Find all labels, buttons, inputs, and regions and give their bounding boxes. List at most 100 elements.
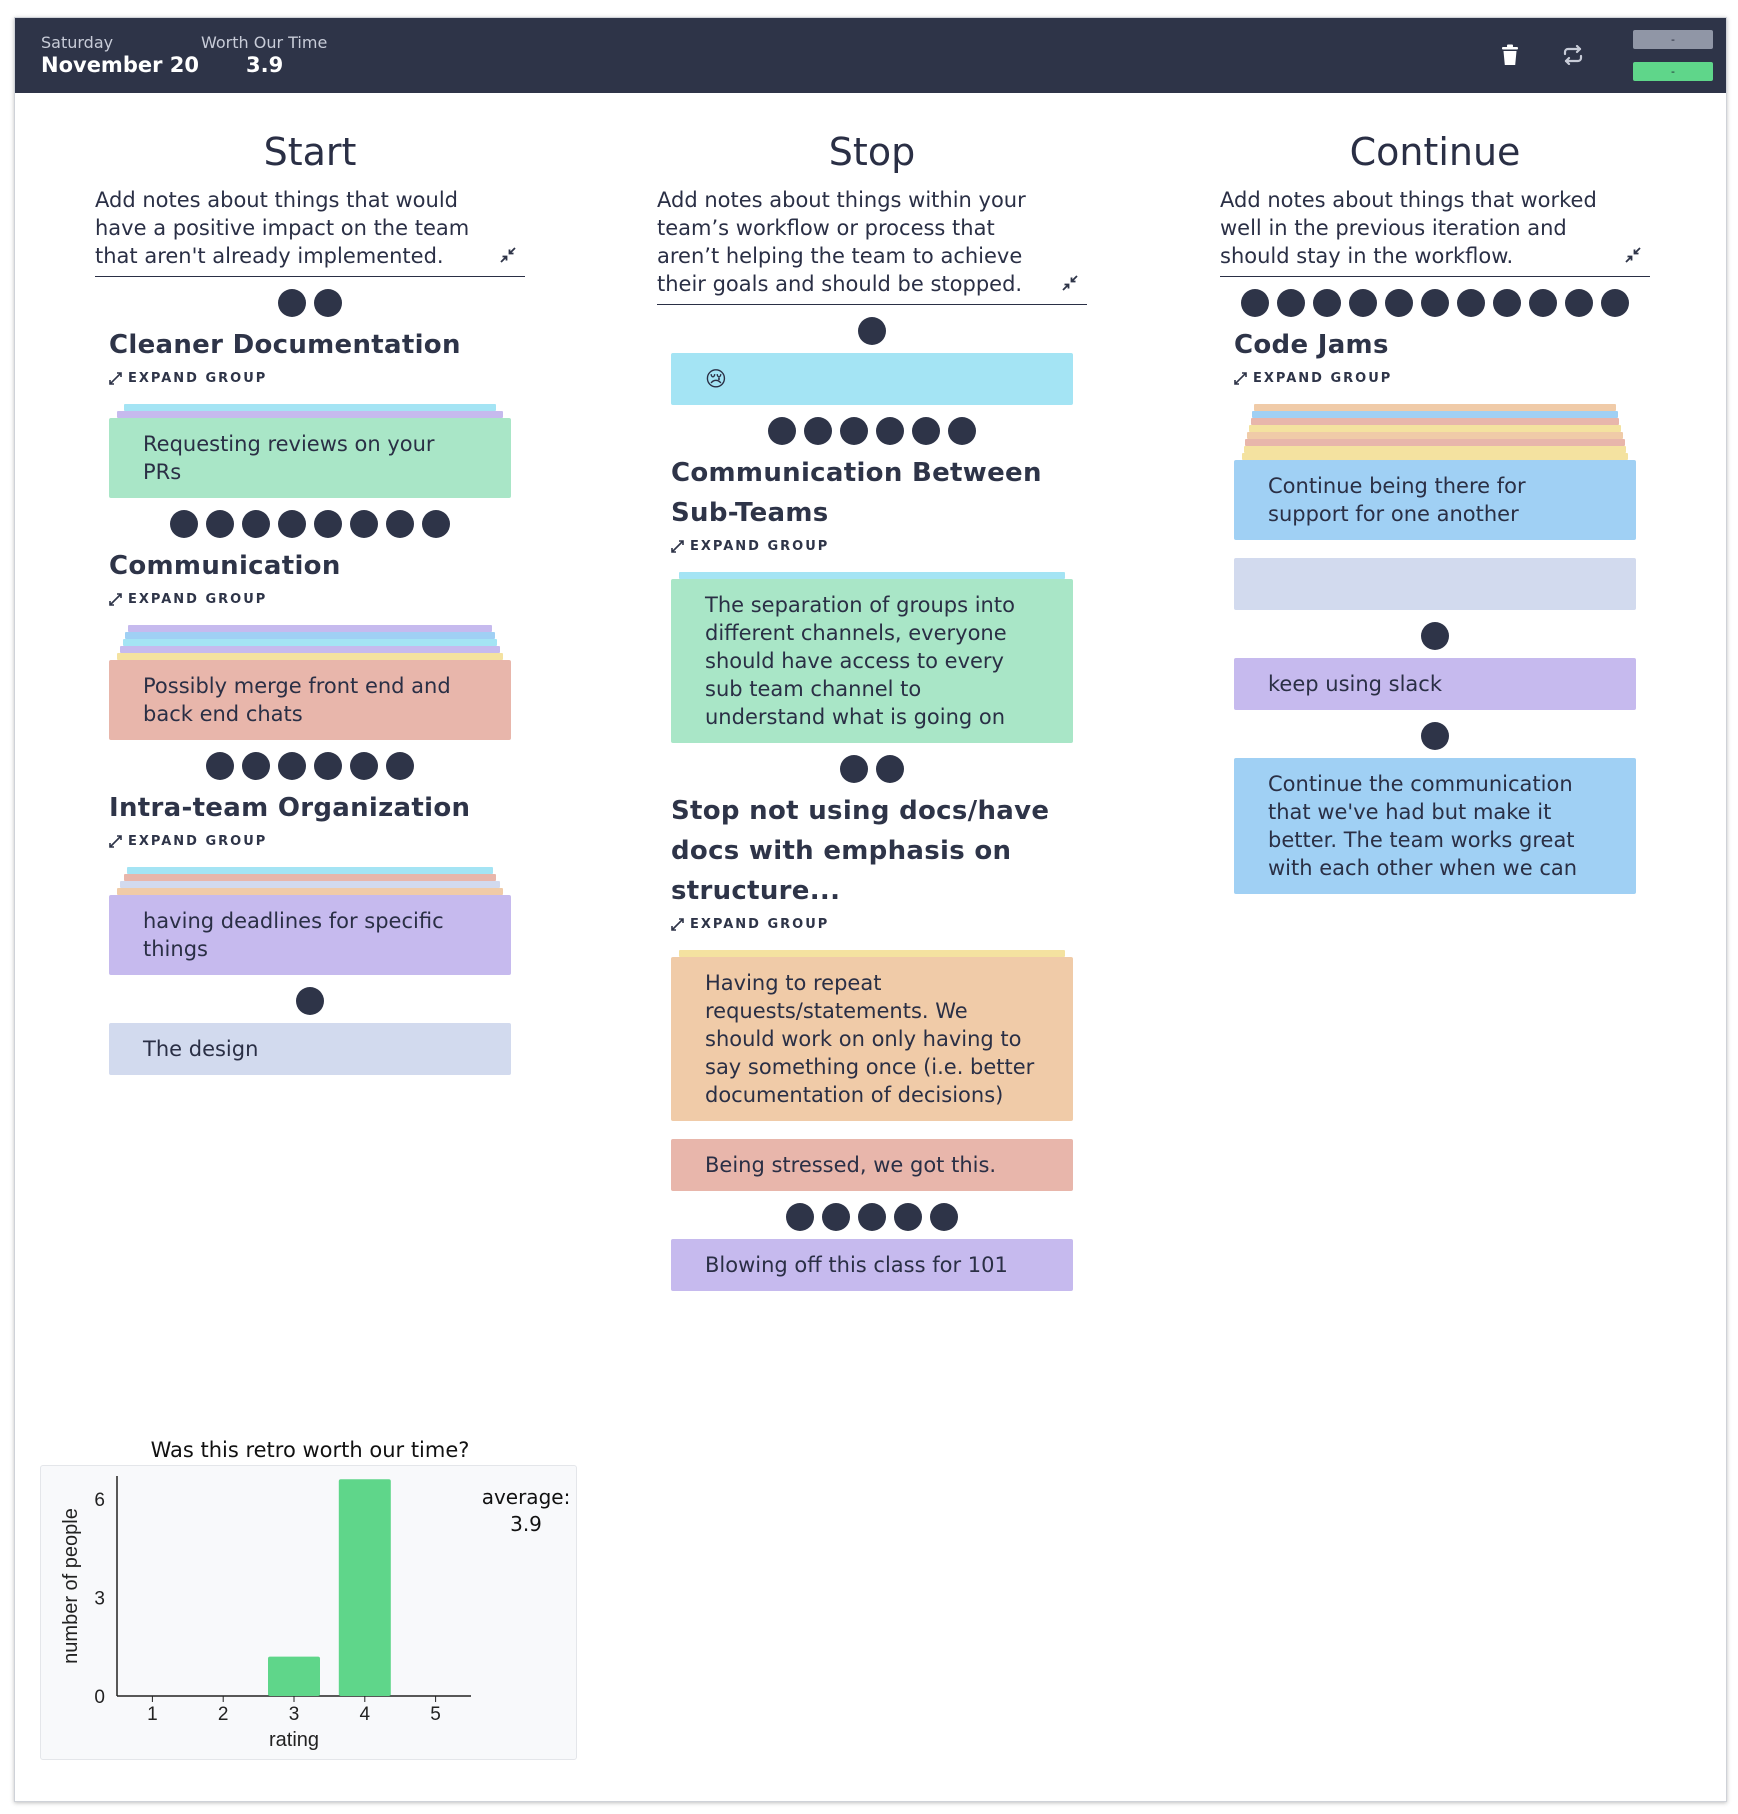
stacked-notes (109, 404, 511, 418)
note-card[interactable]: The separation of groups into different … (671, 579, 1073, 743)
expand-icon (109, 593, 122, 606)
stacked-note-edge (1245, 439, 1625, 446)
vote-dot (314, 752, 342, 780)
vote-dot (1313, 289, 1341, 317)
note-card[interactable]: Continue being there for support for one… (1234, 460, 1636, 540)
vote-dot (1349, 289, 1377, 317)
note-card[interactable]: Requesting reviews on your PRs (109, 418, 511, 498)
repeat-icon[interactable] (1556, 38, 1590, 72)
stacked-note-edge (117, 653, 503, 660)
note-group: Stop not using docs/have docs with empha… (657, 791, 1087, 1121)
vote-dot (296, 987, 324, 1015)
vote-dots (1220, 622, 1650, 650)
expand-group-label: EXPAND GROUP (1253, 371, 1393, 386)
expand-icon (1234, 372, 1247, 385)
vote-dot (314, 510, 342, 538)
vote-dot (1241, 289, 1269, 317)
note-group: Intra-team Organization EXPAND GROUP havin… (95, 788, 525, 975)
expand-icon (109, 372, 122, 385)
stacked-note-edge (1249, 425, 1621, 432)
note-group: Cleaner Documentation EXPAND GROUP Request… (95, 325, 525, 498)
collapse-icon[interactable] (1061, 274, 1079, 292)
collapse-icon[interactable] (499, 246, 517, 264)
expand-group-label: EXPAND GROUP (128, 371, 268, 386)
note-card[interactable]: Possibly merge front end and back end ch… (109, 660, 511, 740)
top-action-button[interactable]: - (1633, 30, 1713, 49)
note-card[interactable]: Having to repeat requests/statements. We… (671, 957, 1073, 1121)
top-bar: Saturday November 20 Worth Our Time 3.9 … (15, 18, 1726, 93)
vote-dot (876, 755, 904, 783)
bar-rating-4 (338, 1479, 391, 1696)
column-description: Add notes about things that would have a… (95, 186, 525, 277)
y-tick-label: 0 (94, 1687, 105, 1708)
stacked-note-edge (1247, 432, 1623, 439)
column-description: Add notes about things that worked well … (1220, 186, 1650, 277)
vote-dots (95, 510, 525, 538)
vote-dot (386, 510, 414, 538)
worth-label: Worth Our Time (201, 33, 328, 52)
column-description-text: Add notes about things within your team’… (657, 188, 1026, 296)
stacked-note-edge (124, 874, 496, 881)
stacked-note-edge (1254, 404, 1616, 411)
vote-dot (278, 289, 306, 317)
group-title: Code Jams (1234, 330, 1389, 360)
expand-group-button[interactable]: EXPAND GROUP (671, 539, 1087, 554)
vote-dot (858, 1203, 886, 1231)
vote-dot (278, 752, 306, 780)
note-group: Code Jams EXPAND GROUP Continue being ther… (1220, 325, 1650, 540)
group-title: Cleaner Documentation (109, 330, 461, 360)
vote-dots (657, 417, 1087, 445)
x-tick-label: 5 (430, 1704, 441, 1725)
group-title: Communication (109, 551, 341, 581)
note-card[interactable]: having deadlines for specific things (109, 895, 511, 975)
vote-dot (858, 317, 886, 345)
x-tick-label: 3 (289, 1704, 300, 1725)
vote-dot (1565, 289, 1593, 317)
expand-group-button[interactable]: EXPAND GROUP (109, 834, 525, 849)
vote-dot (786, 1203, 814, 1231)
group-title: Intra-team Organization (109, 793, 471, 823)
vote-dots (95, 987, 525, 1015)
column-stop: Stop Add notes about things within your t… (657, 130, 1087, 1291)
vote-dot (876, 417, 904, 445)
x-tick-label: 4 (360, 1704, 371, 1725)
vote-dot (170, 510, 198, 538)
stacked-note-edge (1251, 418, 1619, 425)
vote-dot (278, 510, 306, 538)
vote-dot (386, 752, 414, 780)
note-card[interactable]: Blowing off this class for 101 (671, 1239, 1073, 1291)
expand-icon (671, 918, 684, 931)
expand-group-button[interactable]: EXPAND GROUP (1234, 371, 1650, 386)
vote-dot (1529, 289, 1557, 317)
stacked-note-edge (120, 881, 500, 888)
vote-dot (930, 1203, 958, 1231)
vote-dot (314, 289, 342, 317)
column-description-text: Add notes about things that would have a… (95, 188, 470, 268)
expand-group-button[interactable]: EXPAND GROUP (671, 917, 1087, 932)
note-card[interactable] (1234, 558, 1636, 610)
note-card[interactable]: The design (109, 1023, 511, 1075)
note-card[interactable]: Continue the communication that we've ha… (1234, 758, 1636, 894)
expand-group-button[interactable]: EXPAND GROUP (109, 592, 525, 607)
stacked-note-edge (1242, 453, 1628, 460)
bottom-action-button[interactable]: - (1633, 62, 1713, 81)
note-card[interactable]: keep using slack (1234, 658, 1636, 710)
worth-chart: 0 3 6 1 2 3 4 5 rating number of people average: … (40, 1465, 577, 1760)
x-tick-label: 1 (147, 1704, 158, 1725)
expand-group-button[interactable]: EXPAND GROUP (109, 371, 525, 386)
vote-dot (840, 417, 868, 445)
vote-dot (1277, 289, 1305, 317)
stacked-note-edge (117, 411, 503, 418)
vote-dot (1421, 289, 1449, 317)
note-card[interactable]: 😢 (671, 353, 1073, 405)
vote-dot (422, 510, 450, 538)
average-annotation: average: 3.9 (481, 1484, 571, 1538)
trash-icon[interactable] (1493, 38, 1527, 72)
note-card[interactable]: Being stressed, we got this. (671, 1139, 1073, 1191)
vote-dots (657, 1203, 1087, 1231)
stacked-note-edge (117, 888, 503, 895)
vote-dots (1220, 289, 1650, 317)
y-tick-label: 3 (94, 1588, 105, 1609)
collapse-icon[interactable] (1624, 246, 1642, 264)
average-value: 3.9 (510, 1512, 542, 1536)
